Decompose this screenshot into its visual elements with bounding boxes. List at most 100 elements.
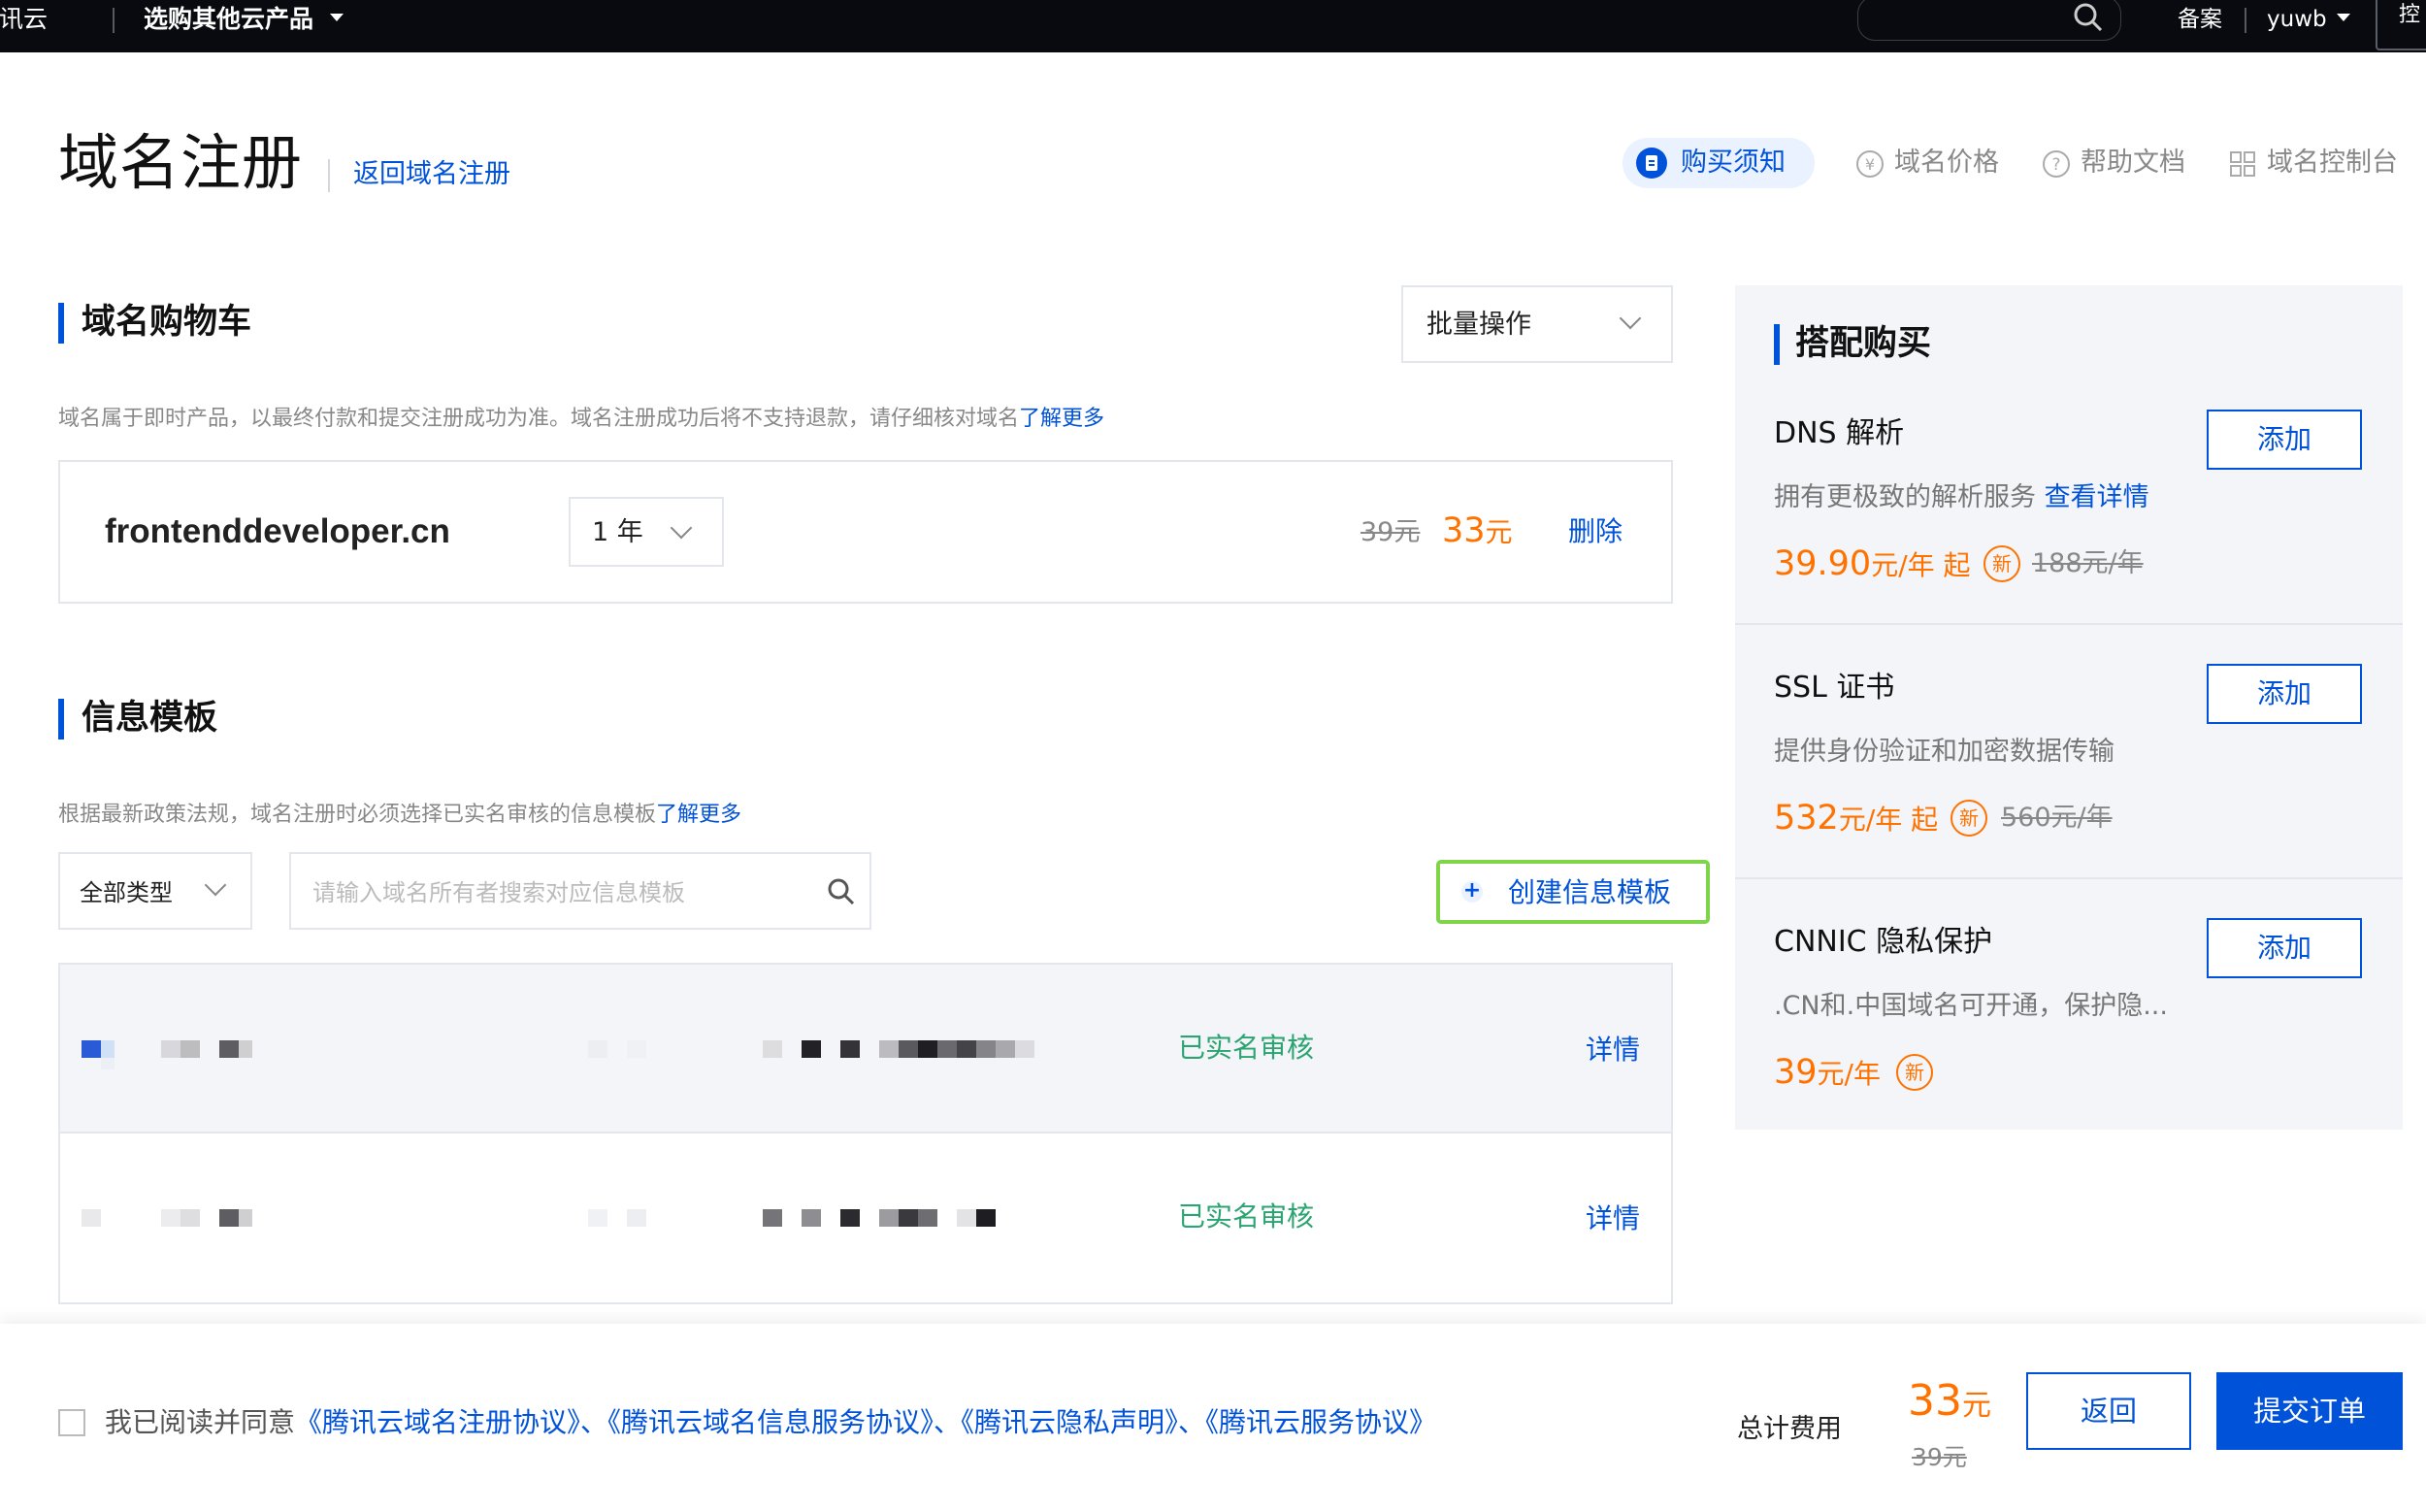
document-icon: [1636, 148, 1667, 179]
dns-price-unit: 元/年 起: [1871, 549, 1971, 581]
back-to-registration-link[interactable]: 返回域名注册: [353, 155, 510, 194]
dns-details-link[interactable]: 查看详情: [2045, 482, 2149, 512]
period-value: 1 年: [592, 517, 643, 547]
cnnic-price-value: 39: [1774, 1053, 1818, 1092]
products-menu[interactable]: 选购其他云产品: [144, 2, 313, 37]
template-detail-link[interactable]: 详情: [1586, 1200, 1640, 1238]
total-original-price: 39元: [1912, 1443, 1967, 1471]
title-divider: [328, 159, 330, 192]
section-accent-bar: [58, 699, 64, 740]
section-accent-bar: [1774, 324, 1780, 365]
batch-operation-select[interactable]: 批量操作: [1401, 285, 1673, 363]
section-accent-bar: [58, 303, 64, 344]
agreement-text: 我已阅读并同意《腾讯云域名注册协议》、《腾讯云域名信息服务协议》、《腾讯云隐私声…: [105, 1403, 1436, 1442]
cart-note: 域名属于即时产品，以最终付款和提交注册成功为准。域名注册成功后将不支持退款，请仔…: [58, 404, 1104, 435]
total-price-unit: 元: [1962, 1389, 1991, 1423]
agreement-prefix: 我已阅读并同意: [105, 1406, 296, 1438]
ssl-product-desc: 提供身份验证和加密数据传输: [1774, 737, 2115, 767]
batch-operation-label: 批量操作: [1426, 310, 1531, 340]
bundle-section-title: 搭配购买: [1795, 324, 1932, 363]
cnnic-product-name: CNNIC 隐私保护: [1774, 925, 1993, 959]
svg-text:?: ?: [2051, 155, 2060, 175]
create-template-button[interactable]: + 创建信息模板: [1436, 860, 1710, 924]
question-icon: ?: [2042, 149, 2071, 182]
add-dns-button[interactable]: 添加: [2207, 410, 2362, 470]
template-row[interactable]: 已实名审核 详情: [58, 1134, 1673, 1304]
cnnic-price: 39元/年: [1774, 1050, 1881, 1101]
user-menu[interactable]: yuwb: [2267, 2, 2327, 37]
search-icon[interactable]: [2073, 2, 2104, 37]
nav-purchase-notice[interactable]: 购买须知: [1681, 144, 1786, 182]
topbar-divider: [113, 8, 115, 33]
template-detail-link[interactable]: 详情: [1586, 1031, 1640, 1069]
cart-note-text: 域名属于即时产品，以最终付款和提交注册成功为准。域名注册成功后将不支持退款，请仔…: [58, 407, 1020, 431]
ssl-price-value: 532: [1774, 799, 1839, 838]
grid-icon: [2228, 149, 2257, 182]
nav-domain-console[interactable]: 域名控制台: [2267, 144, 2398, 182]
templates-note-text: 根据最新政策法规，域名注册时必须选择已实名审核的信息模板: [58, 803, 657, 827]
dns-original-price: 188元/年: [2032, 548, 2144, 578]
cart-price-value: 33: [1442, 511, 1486, 550]
cart-learn-more-link[interactable]: 了解更多: [1019, 407, 1104, 431]
nav-help-docs[interactable]: 帮助文档: [2081, 144, 2185, 182]
topbar-divider: [2245, 8, 2246, 33]
template-search-placeholder: 请输入域名所有者搜索对应信息模板: [312, 879, 685, 906]
bundle-divider: [1735, 623, 2403, 625]
return-button[interactable]: 返回: [2026, 1372, 2191, 1450]
dns-price: 39.90元/年 起: [1774, 542, 1971, 592]
new-badge: 新: [1896, 1054, 1933, 1091]
ssl-price: 532元/年 起: [1774, 796, 1938, 846]
total-price: 33元: [1908, 1376, 1991, 1435]
cnnic-product-desc: .CN和.中国域名可开通，保护隐...: [1774, 991, 2168, 1021]
create-template-label: 创建信息模板: [1508, 876, 1672, 908]
brand-logo-text[interactable]: 腾讯云: [0, 2, 48, 37]
agreement-links[interactable]: 《腾讯云域名注册协议》、《腾讯云域名信息服务协议》、《腾讯云隐私声明》、《腾讯云…: [295, 1406, 1436, 1438]
templates-section-title: 信息模板: [82, 699, 218, 738]
period-select[interactable]: 1 年: [569, 497, 724, 567]
chevron-down-icon: [670, 516, 693, 540]
type-filter-label: 全部类型: [80, 879, 173, 906]
user-menu-caret-icon[interactable]: [2337, 14, 2350, 21]
total-label: 总计费用: [1737, 1414, 1842, 1444]
svg-text:¥: ¥: [1865, 155, 1875, 174]
ssl-price-unit: 元/年 起: [1838, 804, 1939, 836]
cart-section-title: 域名购物车: [82, 303, 252, 342]
type-filter-select[interactable]: 全部类型: [58, 852, 252, 930]
dns-product-desc: 拥有更极致的解析服务 查看详情: [1774, 479, 2149, 516]
new-badge: 新: [1951, 800, 1987, 837]
agreement-checkbox[interactable]: [58, 1409, 85, 1436]
dns-desc-text: 拥有更极致的解析服务: [1774, 482, 2036, 512]
ssl-product-name: SSL 证书: [1774, 671, 1895, 705]
ssl-original-price: 560元/年: [2001, 803, 2113, 833]
cart-price: 33元: [1442, 509, 1513, 559]
plus-icon: +: [1461, 878, 1483, 903]
delete-item-link[interactable]: 删除: [1568, 512, 1623, 551]
beian-link[interactable]: 备案: [2178, 2, 2222, 37]
template-search-input[interactable]: 请输入域名所有者搜索对应信息模板: [289, 852, 871, 930]
cart-domain-name: frontenddeveloper.cn: [105, 512, 450, 550]
products-menu-caret-icon[interactable]: [330, 14, 344, 21]
dns-price-value: 39.90: [1774, 544, 1872, 583]
nav-domain-price[interactable]: 域名价格: [1894, 144, 1999, 182]
cnnic-price-unit: 元/年: [1817, 1058, 1881, 1090]
cart-original-price: 39元: [1361, 517, 1421, 547]
submit-order-button[interactable]: 提交订单: [2216, 1372, 2403, 1450]
templates-note: 根据最新政策法规，域名注册时必须选择已实名审核的信息模板了解更多: [58, 800, 741, 831]
console-button-label: 控: [2399, 3, 2421, 27]
console-button[interactable]: 控: [2376, 0, 2426, 50]
verification-status: 已实名审核: [1178, 1200, 1315, 1233]
template-row[interactable]: 已实名审核 详情: [58, 963, 1673, 1134]
add-ssl-button[interactable]: 添加: [2207, 664, 2362, 724]
add-cnnic-button[interactable]: 添加: [2207, 918, 2362, 978]
chevron-down-icon: [1619, 307, 1642, 330]
page-title: 域名注册: [58, 127, 304, 198]
templates-learn-more-link[interactable]: 了解更多: [656, 803, 741, 827]
yen-icon: ¥: [1855, 149, 1885, 182]
new-badge: 新: [1983, 545, 2020, 582]
dns-product-name: DNS 解析: [1774, 416, 1905, 450]
bundle-divider: [1735, 877, 2403, 879]
search-icon[interactable]: [827, 877, 856, 910]
chevron-down-icon: [204, 873, 227, 897]
verification-status: 已实名审核: [1178, 1032, 1315, 1064]
cart-price-unit: 元: [1485, 516, 1513, 548]
